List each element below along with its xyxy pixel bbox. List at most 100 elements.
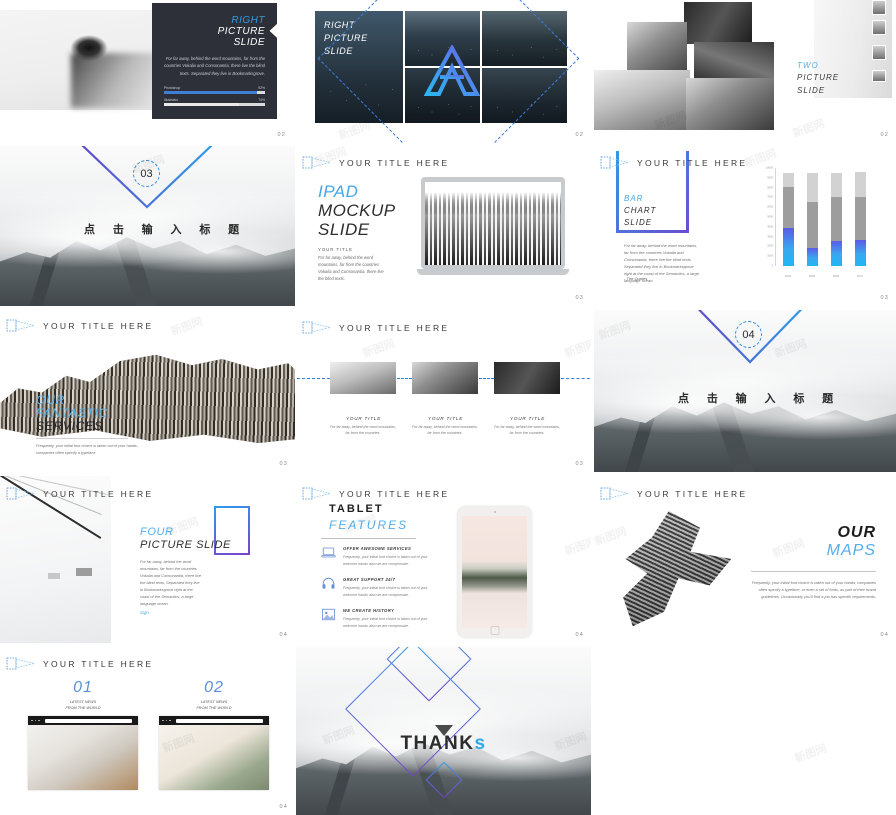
dotted-flag-icon xyxy=(6,486,36,502)
sign-link[interactable]: Sign xyxy=(140,610,149,615)
chart-bar-segment xyxy=(830,197,842,241)
page-number: 04 xyxy=(880,632,889,638)
skill-bars: Photoshop 92% Illustrator 74% xyxy=(164,86,265,107)
chart-x-label: 2004 xyxy=(784,274,792,278)
chart-bar-segment xyxy=(854,197,866,240)
browser-card[interactable] xyxy=(28,716,138,790)
chart-bar-segment xyxy=(782,227,794,266)
title-line-1: RIGHT xyxy=(231,15,265,26)
quote-attribution: - The Quotes xyxy=(624,276,648,281)
timeline-connector xyxy=(479,378,494,379)
timeline-card-body: For far away, behind the word mountains,… xyxy=(412,425,478,436)
title-line-3: SLIDE xyxy=(797,85,826,95)
feature-body: Frequently, your initial font choice is … xyxy=(343,586,428,597)
chart-x-label: 2007 xyxy=(856,274,864,278)
browser-url-field[interactable] xyxy=(44,718,132,723)
timeline-card-body: For far away, behind the word mountains,… xyxy=(330,425,396,436)
slide-right-picture-slide-grid[interactable]: RIGHT PICTURE SLIDE 新图网 02 xyxy=(296,0,591,143)
slide-right-picture-slide-dark[interactable]: 新图网 RIGHT PICTURE SLIDE For far away, be… xyxy=(0,0,293,143)
dotted-flag-icon xyxy=(6,318,36,334)
chart-bar xyxy=(830,168,842,266)
slide-section-break-04[interactable]: 04 点 击 输 入 标 题 新图网 新图网 xyxy=(594,310,896,472)
slide-our-maps[interactable]: YOUR TITLE HERE OUR MAPS Frequently, you… xyxy=(594,476,896,643)
page-number: 02 xyxy=(880,132,889,138)
timeline-connector xyxy=(397,378,412,379)
photo-tile xyxy=(694,42,774,82)
timeline-photo xyxy=(412,362,478,394)
section-title: 点 击 输 入 标 题 xyxy=(84,223,247,236)
laptop-mockup xyxy=(417,177,573,281)
laptop-base xyxy=(417,269,569,275)
page-number: 03 xyxy=(575,295,584,301)
skill-value: 92% xyxy=(258,86,265,91)
chart-x-label: 2005 xyxy=(808,274,816,278)
progress-track xyxy=(164,91,265,95)
timeline-photo xyxy=(494,362,560,394)
tablet-mockup xyxy=(458,507,531,637)
slide-latest-news[interactable]: YOUR TITLE HERE 01 LATEST NEWS FROM THE … xyxy=(0,647,295,815)
news-item[interactable]: 01 LATEST NEWS FROM THE WORLD xyxy=(28,679,138,712)
slide-three-picture-timeline[interactable]: YOUR TITLE HERE YOUR TITLE For far away,… xyxy=(296,310,591,472)
divider xyxy=(36,438,128,439)
photo-tile xyxy=(686,78,774,130)
slide-four-picture[interactable]: YOUR TITLE HERE FOUR PICTURE SLIDE For f… xyxy=(0,476,295,643)
slide-header: YOUR TITLE HERE xyxy=(6,656,153,672)
thanks-title: THANKs xyxy=(400,733,487,754)
title-line-1: FOUR xyxy=(140,526,174,538)
title-line-2: FEATURES xyxy=(329,518,409,532)
header-title: YOUR TITLE HERE xyxy=(637,158,748,168)
chart-bar-segment xyxy=(854,239,866,266)
header-title: YOUR TITLE HERE xyxy=(43,321,154,331)
y-tick: 9000 xyxy=(767,176,773,180)
slide-our-fantastic-services[interactable]: YOUR TITLE HERE OUR FANTASTIC SERVICES F… xyxy=(0,310,295,472)
page-number: 03 xyxy=(575,461,584,467)
chart-bar xyxy=(782,168,794,266)
title-line-1: BAR xyxy=(624,194,644,203)
chart-y-axis: 10000 9000 8000 7000 6000 5000 4000 3000… xyxy=(754,167,776,268)
news-item[interactable]: 02 LATEST NEWS FROM THE WORLD xyxy=(159,679,269,712)
news-caption: LATEST NEWS FROM THE WORLD xyxy=(196,700,232,711)
section-number-badge: 03 xyxy=(133,160,160,187)
chart-bar-segment xyxy=(830,240,842,266)
laptop-lid xyxy=(421,177,565,269)
slide-ipad-mockup[interactable]: YOUR TITLE HERE IPAD MOCKUP SLIDE YOUR T… xyxy=(296,146,591,306)
slide-section-break-03[interactable]: 03 点 击 输 入 标 题 新图网 xyxy=(0,146,295,306)
browser-bar xyxy=(159,716,269,725)
body-text: For far away, behind the word mountains,… xyxy=(140,559,202,607)
browser-card[interactable] xyxy=(159,716,269,790)
page-number: 04 xyxy=(575,632,584,638)
chart-bar-segment xyxy=(806,202,818,249)
slide-bar-chart[interactable]: YOUR TITLE HERE BAR CHART SLIDE For far … xyxy=(594,146,896,306)
news-number: 01 xyxy=(73,679,93,696)
y-tick: 8000 xyxy=(767,186,773,190)
body-text: Frequently, your initial font choice is … xyxy=(751,580,876,600)
skill-label: Illustrator xyxy=(164,98,178,103)
section-number-badge: 04 xyxy=(735,321,762,348)
camera-dot xyxy=(493,511,496,513)
y-tick: 4000 xyxy=(767,225,773,229)
slide-thanks[interactable]: THANKs 新图网 新图网 xyxy=(296,647,591,815)
y-tick: 7000 xyxy=(767,195,773,199)
laptop-screen xyxy=(425,182,561,265)
title-line-2: MOCKUP xyxy=(318,201,396,220)
timeline-card-body: For far away, behind the word mountains,… xyxy=(494,425,560,436)
section-title: 点 击 输 入 标 题 xyxy=(678,392,841,405)
title-line-3: SLIDE xyxy=(233,37,265,48)
map-collage-art xyxy=(623,511,732,627)
browser-bar xyxy=(28,716,138,725)
skill-bar: Illustrator 74% xyxy=(164,98,265,107)
slide-tablet-features[interactable]: YOUR TITLE HERE TABLET FEATURES OFFER AW… xyxy=(296,476,591,643)
tablet-screen xyxy=(462,516,527,628)
header-title: YOUR TITLE HERE xyxy=(339,323,450,333)
headphones-icon xyxy=(321,576,336,591)
home-button xyxy=(490,626,499,635)
slide-two-picture[interactable]: TWO PICTURE SLIDE 新图网 新图网 02 xyxy=(594,0,896,143)
slide-header: YOUR TITLE HERE xyxy=(600,486,747,502)
chart-bar-segment xyxy=(806,172,818,203)
dotted-flag-icon xyxy=(6,656,36,672)
chart-plot-area xyxy=(776,168,872,266)
feature-title: WE CREATE HISTORY xyxy=(343,608,395,613)
feature-title: OFFER AWESOME SERVICES xyxy=(343,546,412,551)
divider xyxy=(321,538,416,539)
browser-url-field[interactable] xyxy=(175,718,263,723)
